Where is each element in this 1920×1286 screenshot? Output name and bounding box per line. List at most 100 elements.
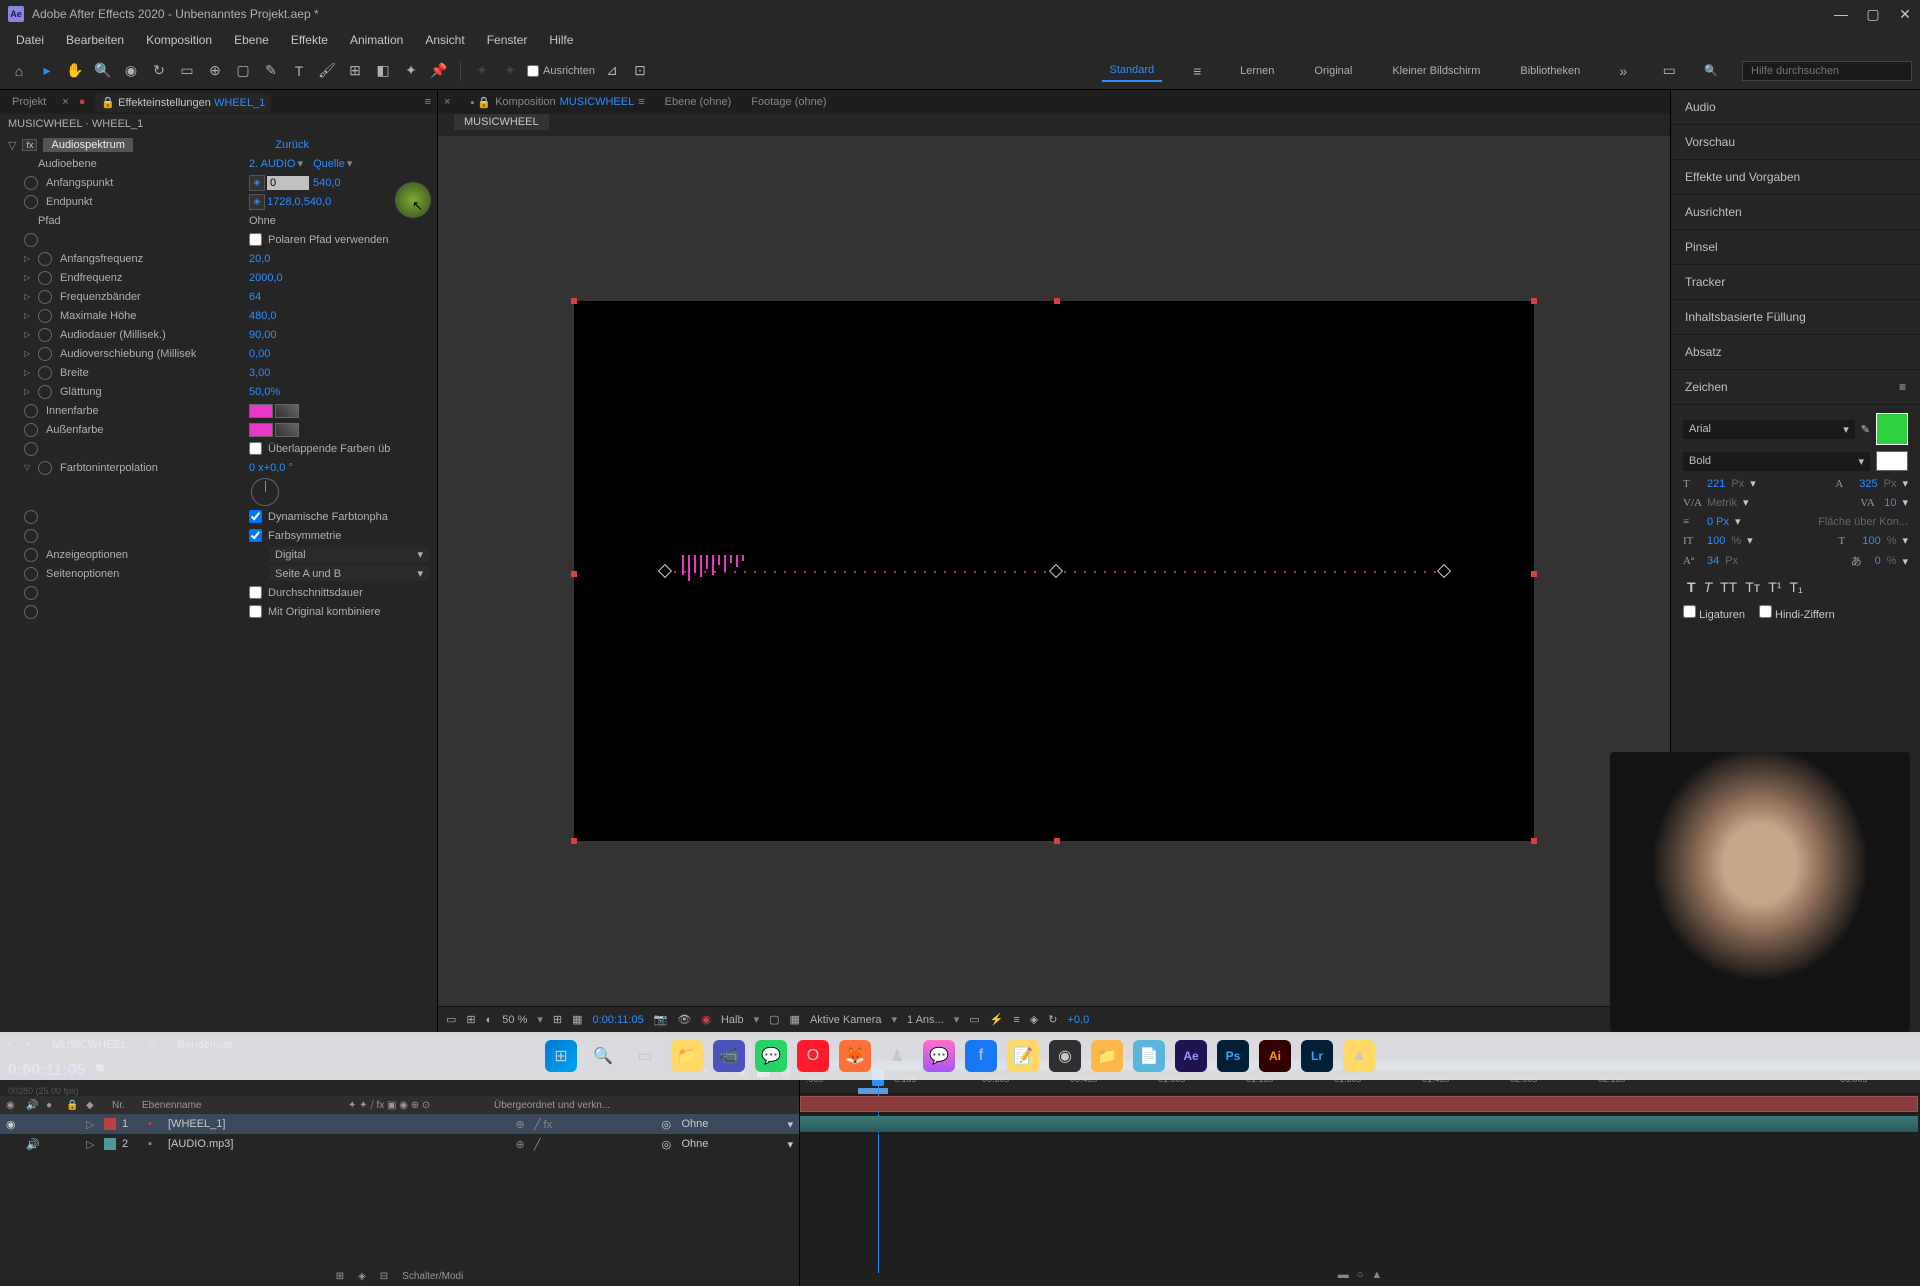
polaren-checkbox[interactable]: Polaren Pfad verwenden <box>249 233 429 246</box>
comp-flowchart-icon[interactable]: ◈ <box>1030 1013 1038 1026</box>
audiodauer-value[interactable]: 90,00 <box>249 329 429 341</box>
resolution-dropdown[interactable]: Halb <box>721 1014 744 1026</box>
tab-footage[interactable]: Footage (ohne) <box>751 96 826 108</box>
parent-dropdown[interactable]: Ohne <box>681 1138 781 1150</box>
illustrator-icon[interactable]: Ai <box>1259 1040 1291 1072</box>
bbox-handle[interactable] <box>1531 298 1537 304</box>
target-icon[interactable]: ◈ <box>249 175 265 191</box>
stopwatch-icon[interactable] <box>38 347 52 361</box>
mask-icon[interactable]: ▦ <box>572 1013 582 1026</box>
playhead[interactable] <box>878 1056 879 1273</box>
target-icon[interactable]: ◈ <box>249 194 265 210</box>
lightroom-icon[interactable]: Lr <box>1301 1040 1333 1072</box>
tab-ebene[interactable]: Ebene (ohne) <box>665 96 732 108</box>
puppet-tool-icon[interactable]: 📌 <box>428 60 450 82</box>
eraser-tool-icon[interactable]: ◧ <box>372 60 394 82</box>
stopwatch-icon[interactable] <box>24 423 38 437</box>
app-icon[interactable]: ▲ <box>1343 1040 1375 1072</box>
breite-value[interactable]: 3,00 <box>249 367 429 379</box>
workspace-overflow-icon[interactable]: » <box>1612 60 1634 82</box>
magnification-icon[interactable]: ▭ <box>446 1013 456 1026</box>
audioebene-dropdown[interactable]: 2. AUDIO ▾ Quelle ▾ <box>249 157 429 170</box>
start-button[interactable]: ⊞ <box>545 1040 577 1072</box>
label-col-icon[interactable]: ◆ <box>86 1100 106 1111</box>
solo-col-icon[interactable]: ● <box>46 1100 60 1111</box>
audiovers-value[interactable]: 0,00 <box>249 348 429 360</box>
leading-value[interactable]: 325 <box>1859 478 1877 490</box>
vscale-value[interactable]: 100 <box>1707 535 1725 547</box>
panel-inhalt[interactable]: Inhaltsbasierte Füllung <box>1671 300 1920 335</box>
anfangsfreq-value[interactable]: 20,0 <box>249 253 429 265</box>
pen-tool-icon[interactable]: ✎ <box>260 60 282 82</box>
farbton-value[interactable]: 0 x+0,0 ° <box>249 462 429 474</box>
shape-tool-icon[interactable]: ▢ <box>232 60 254 82</box>
facebook-icon[interactable]: f <box>965 1040 997 1072</box>
stroke-color-swatch[interactable] <box>1876 451 1908 471</box>
firefox-icon[interactable]: 🦊 <box>839 1040 871 1072</box>
menu-komposition[interactable]: Komposition <box>136 30 222 50</box>
workspace-standard[interactable]: Standard <box>1102 60 1163 82</box>
stopwatch-icon[interactable] <box>38 252 52 266</box>
timeline-track-area[interactable]: :00s 0:15s 00:30s 00:45s 01:00s 01:15s 0… <box>800 1056 1920 1286</box>
stopwatch-icon[interactable] <box>24 195 38 209</box>
uberlapp-checkbox[interactable]: Überlappende Farben üb <box>249 442 429 455</box>
timeline-icon[interactable]: ≡ <box>1013 1014 1019 1026</box>
menu-bearbeiten[interactable]: Bearbeiten <box>56 30 134 50</box>
opera-icon[interactable]: O <box>797 1040 829 1072</box>
faux-italic-button[interactable]: T <box>1704 579 1713 595</box>
viewer-area[interactable] <box>438 136 1670 1006</box>
reset-exposure-icon[interactable]: ↻ <box>1048 1013 1057 1026</box>
pixel-aspect-icon[interactable]: ▭ <box>969 1013 979 1026</box>
stopwatch-icon[interactable] <box>38 271 52 285</box>
stopwatch-icon[interactable] <box>24 404 38 418</box>
whatsapp-icon[interactable]: 💬 <box>755 1040 787 1072</box>
workspace-kleiner[interactable]: Kleiner Bildschirm <box>1384 61 1488 81</box>
innenfarbe-swatch[interactable] <box>249 404 273 418</box>
bbox-handle[interactable] <box>571 838 577 844</box>
stopwatch-icon[interactable] <box>24 567 38 581</box>
panel-tracker[interactable]: Tracker <box>1671 265 1920 300</box>
eyedropper-icon[interactable]: ✎ <box>1861 423 1870 436</box>
pfad-dropdown[interactable]: Ohne <box>249 215 276 227</box>
maximize-button[interactable]: ▢ <box>1866 7 1880 21</box>
zoom-in-icon[interactable]: ▲ <box>1371 1269 1382 1281</box>
explorer-icon[interactable]: 📁 <box>671 1040 703 1072</box>
eyedropper-icon[interactable] <box>275 404 299 418</box>
messenger-icon[interactable]: 💬 <box>923 1040 955 1072</box>
tab-komposition[interactable]: ▪ 🔒 Komposition MUSICWHEEL ≡ <box>470 96 644 109</box>
camera-dropdown[interactable]: Aktive Kamera <box>810 1014 882 1026</box>
toggle-modes-icon[interactable]: ◈ <box>358 1271 366 1282</box>
baseline-value[interactable]: 34 <box>1707 555 1719 567</box>
panel-vorschau[interactable]: Vorschau <box>1671 125 1920 160</box>
stopwatch-icon[interactable] <box>24 586 38 600</box>
endfreq-value[interactable]: 2000,0 <box>249 272 429 284</box>
toggle-alpha-icon[interactable]: ▦ <box>790 1013 800 1026</box>
stopwatch-icon[interactable] <box>24 442 38 456</box>
seiten-dropdown[interactable]: Seite A und B▾ <box>269 566 429 581</box>
zoom-slider[interactable]: ○ <box>1357 1269 1364 1281</box>
help-search-input[interactable] <box>1742 61 1912 81</box>
workspace-lernen[interactable]: Lernen <box>1232 61 1282 81</box>
current-time[interactable]: 0:00:11:05 <box>593 1014 644 1026</box>
layer-bar[interactable] <box>800 1096 1918 1112</box>
panel-zeichen-title[interactable]: Zeichen <box>1685 380 1728 394</box>
stopwatch-icon[interactable] <box>38 366 52 380</box>
text-tool-icon[interactable]: T <box>288 60 310 82</box>
durchschnitt-checkbox[interactable]: Durchschnittsdauer <box>249 586 429 599</box>
effect-title[interactable]: Audiospektrum <box>43 138 132 152</box>
selection-tool-icon[interactable]: ▸ <box>36 60 58 82</box>
resolution-icon[interactable]: ⊞ <box>466 1013 475 1026</box>
bbox-handle[interactable] <box>1531 838 1537 844</box>
panel-effekte[interactable]: Effekte und Vorgaben <box>1671 160 1920 195</box>
bbox-handle[interactable] <box>571 571 577 577</box>
allcaps-button[interactable]: TT <box>1720 579 1737 595</box>
maxhohe-value[interactable]: 480,0 <box>249 310 429 322</box>
notes-icon[interactable]: 📝 <box>1007 1040 1039 1072</box>
ligatures-checkbox[interactable]: Ligaturen <box>1683 605 1745 621</box>
hand-tool-icon[interactable]: ✋ <box>64 60 86 82</box>
tab-effekteinstellungen[interactable]: 🔒 Effekteinstellungen WHEEL_1 <box>95 93 271 112</box>
stopwatch-icon[interactable] <box>38 385 52 399</box>
timeline-layer-row[interactable]: ◉ ▷ 1 ▪ [WHEEL_1] ⊕ ╱ fx ◎ Ohne▾ <box>0 1114 799 1134</box>
reset-link[interactable]: Zurück <box>275 139 309 151</box>
panel-audio[interactable]: Audio <box>1671 90 1920 125</box>
